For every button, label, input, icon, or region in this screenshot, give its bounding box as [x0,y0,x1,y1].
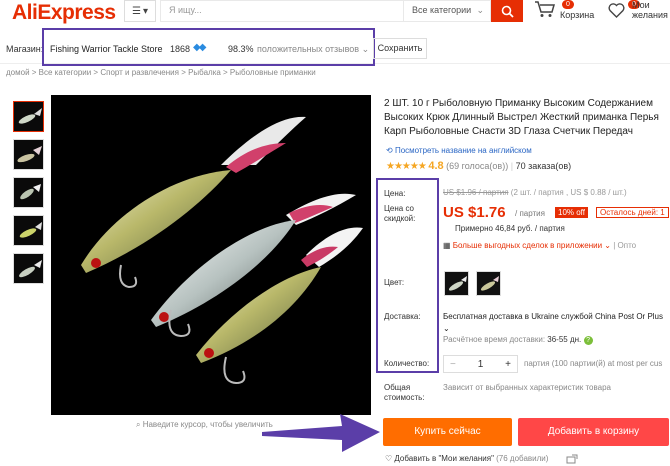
positive-feedback-percent: 98.3% [228,44,254,54]
wishlist-label-line2: желания [632,10,668,20]
lure-thumbnail-image [18,108,42,124]
price-label: Цена: [384,189,406,198]
delivery-time-label: Расчётное время доставки: [443,335,546,344]
total-label: Общая стоимость: [384,383,425,403]
quantity-decrease-button[interactable]: − [450,359,456,370]
category-menu-button[interactable]: ☰ ▾ [124,0,156,22]
color-label: Цвет: [384,278,405,287]
translate-title-link[interactable]: ⟲ Посмотреть название на английском [386,146,532,155]
positive-feedback-dropdown[interactable]: положительных отзывов ⌄ [257,44,369,55]
star-rating-icon: ★★★★★ [386,161,427,172]
category-select-value: Все категории [412,5,472,15]
shipping-method-dropdown[interactable]: Бесплатная доставка в Ukraine службой Ch… [443,311,670,335]
product-thumbnail[interactable] [13,253,44,284]
translate-icon: ⟲ [386,146,395,155]
lure-thumbnail-image [19,222,42,238]
discount-price: US $1.76 [443,204,506,221]
chevron-down-icon: ⌄ [476,5,484,15]
wishlist-label-line1: Мои [632,0,650,10]
product-thumbnail[interactable] [13,101,44,132]
lure-thumbnail-image [20,184,41,200]
delivery-time: Расчётное время доставки: 36-55 дн. ? [443,335,593,345]
total-label-line2: стоимость: [384,393,425,402]
translate-title-text: Посмотреть название на английском [394,146,532,155]
heart-icon: ♡ [385,454,395,463]
help-icon[interactable]: ? [583,336,593,345]
delivery-time-value: 36-55 дн. [547,335,582,344]
discount-badge: 10% off [555,207,588,218]
share-icon[interactable] [566,454,578,464]
lure-thumbnail-image [17,146,42,163]
save-store-button[interactable]: Сохранить [373,38,427,59]
quantity-stepper: − 1 + [443,355,518,373]
diamond-rank-icon: ◆◆ [193,42,206,53]
original-price: US $1.96 / партия (2 шт. / партия , US $… [443,188,627,197]
add-to-wishlist-text: Добавить в "Мои желания" [394,454,494,463]
approx-price: Примерно 46,84 руб. / партия [455,224,565,233]
store-name-link[interactable]: Fishing Warrior Tackle Store [50,44,163,54]
product-thumbnail[interactable] [13,139,44,170]
color-option[interactable] [476,271,501,296]
discount-price-label: Цена со скидкой: [384,204,415,224]
wishlist-link[interactable]: 0 Мои желания [608,0,670,24]
store-score: 1868 [170,44,191,54]
header: AliExpress ☰ ▾ Я ищу... Все категории ⌄ 0… [0,0,670,30]
color-option-image [448,276,467,291]
zoom-hint-text: Наведите курсор, чтобы увеличить [142,420,273,429]
rating-row: ★★★★★ 4.8 (69 голоса(ов)) | 70 заказа(ов… [386,160,572,172]
wholesale-link[interactable]: | Опто [613,241,636,250]
wishlist-label: Мои желания [632,0,668,20]
cart-link[interactable]: 0 Корзина [534,0,604,24]
orders-count: 70 заказа(ов) [515,161,572,171]
quantity-note: партия (100 партии(й) at most per cus [524,359,663,368]
product-thumbnail[interactable] [13,177,44,208]
color-option-image [480,276,499,291]
heart-icon [608,3,625,18]
aliexpress-logo[interactable]: AliExpress [12,1,116,25]
shop-label: Магазин: [6,44,44,54]
cart-count-badge: 0 [562,0,574,9]
lure-thumbnail-image [19,260,42,278]
discount-price-label-line2: скидкой: [384,214,416,223]
original-price-note: (2 шт. / партия , US $ 0.88 / шт.) [510,188,627,197]
delivery-label: Доставка: [384,312,421,321]
cart-label: Корзина [560,10,595,20]
breadcrumb[interactable]: домой > Все категории > Спорт и развлече… [6,68,316,77]
main-product-image[interactable] [51,95,371,415]
reviews-link[interactable]: (69 голоса(ов)) [446,161,508,171]
hamburger-icon: ☰ [132,5,141,17]
product-thumbnail[interactable] [13,215,44,246]
quantity-increase-button[interactable]: + [505,359,511,370]
days-left-badge: Осталось дней: 1 [596,207,669,218]
fishing-lures-photo [81,116,363,385]
app-deals-text: Больше выгодных сделок в приложении ⌄ [452,241,612,250]
cart-icon [535,1,555,17]
app-deals-link[interactable]: ▦ Больше выгодных сделок в приложении ⌄ … [443,241,636,250]
search-button[interactable] [491,0,523,22]
zoom-hint: ⌕ Наведите курсор, чтобы увеличить [136,420,273,430]
add-to-cart-button[interactable]: Добавить в корзину [518,418,669,446]
caret-down-icon: ▾ [142,5,148,17]
search-icon [501,5,514,18]
quantity-label: Количество: [384,359,430,368]
wishlist-added-count: (76 добавили) [496,454,549,463]
buy-now-button[interactable]: Купить сейчас [383,418,512,446]
annotation-arrow-icon [262,414,380,452]
per-lot-label: / партия [515,209,545,218]
magnifier-icon: ⌕ [136,420,143,429]
rating-value: 4.8 [428,160,444,172]
qr-code-icon: ▦ [443,241,453,250]
search-input[interactable]: Я ищу... [160,0,404,22]
add-to-wishlist-link[interactable]: ♡ Добавить в "Мои желания" (76 добавили) [385,454,548,463]
total-price-note: Зависит от выбранных характеристик товар… [443,383,611,392]
category-select[interactable]: Все категории ⌄ [404,0,491,22]
total-label-line1: Общая [384,383,411,392]
discount-price-label-line1: Цена со [384,204,414,213]
quantity-input[interactable]: 1 [478,359,484,370]
original-price-value: US $1.96 / партия [443,188,509,197]
product-title: 2 ШТ. 10 г Рыболовную Приманку Высоким С… [384,98,659,137]
color-option[interactable] [444,271,469,296]
